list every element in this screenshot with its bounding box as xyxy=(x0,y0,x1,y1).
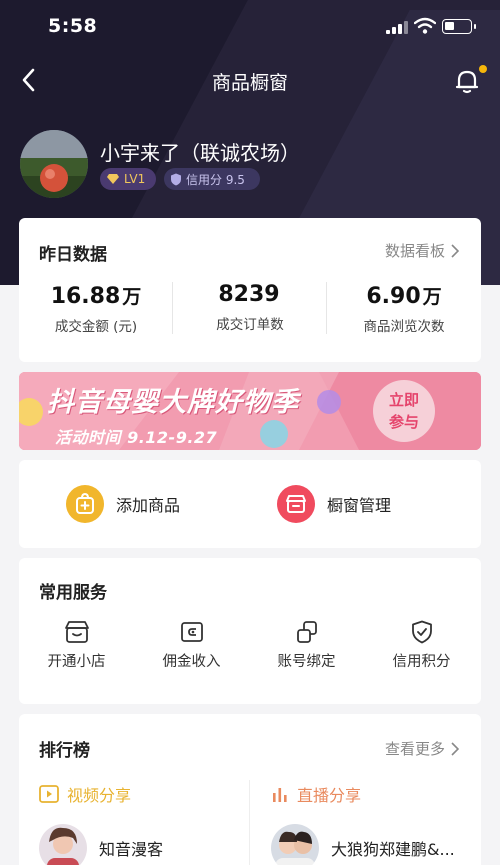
tab-video-share-label: 视频分享 xyxy=(67,786,132,805)
stat-views-unit: 万 xyxy=(422,286,442,308)
rank-item-live-name: 大狼狗郑建鹏&... xyxy=(331,840,455,859)
ranking-title: 排行榜 xyxy=(39,741,90,761)
see-more-label: 查看更多 xyxy=(384,740,445,758)
avatar xyxy=(271,824,319,865)
stat-amount-value: 16.88 xyxy=(50,284,121,309)
rank-item-live[interactable]: 大狼狗郑建鹏&... xyxy=(271,824,455,865)
avatar xyxy=(39,824,87,865)
level-text: LV1 xyxy=(124,172,146,186)
battery-icon xyxy=(442,19,476,34)
chevron-right-icon xyxy=(451,741,459,756)
stat-orders[interactable]: 8239 成交订单数 xyxy=(173,282,327,333)
profile-name: 小宇来了（联诚农场） xyxy=(100,141,300,165)
credit-badge[interactable]: 信用分 9.5 xyxy=(164,168,260,190)
tab-video-share[interactable]: 视频分享 xyxy=(39,782,131,806)
window-manage-icon xyxy=(277,485,315,523)
yesterday-data-title: 昨日数据 xyxy=(39,245,107,265)
tab-live-share[interactable]: 直播分享 xyxy=(271,782,361,806)
stat-orders-value: 8239 xyxy=(218,282,280,307)
notification-dot xyxy=(479,65,487,73)
diamond-icon xyxy=(107,174,119,184)
rank-item-video[interactable]: 知音漫客 xyxy=(39,824,163,865)
page-title: 商品橱窗 xyxy=(211,72,288,94)
add-product-button[interactable]: 添加商品 xyxy=(66,484,180,524)
link-icon xyxy=(296,621,317,643)
stat-amount-label: 成交金额 (元) xyxy=(54,319,138,335)
status-bar: 5:58 xyxy=(0,0,500,54)
yesterday-data-card: 昨日数据 数据看板 16.88 万 成交金额 (元) 8239 成交订单数 6.9… xyxy=(19,218,481,362)
shield-check-icon xyxy=(411,620,432,644)
actions-card: 添加商品 橱窗管理 xyxy=(19,460,481,548)
service-account-bind[interactable]: 账号绑定 xyxy=(249,620,364,671)
avatar[interactable] xyxy=(20,130,88,198)
join-button-label: 立即参与 xyxy=(388,391,419,431)
window-manage-label: 橱窗管理 xyxy=(327,496,392,515)
credit-text: 信用分 9.5 xyxy=(186,172,245,187)
banner-subtitle: 活动时间 9.12-9.27 xyxy=(55,428,218,447)
shop-icon xyxy=(64,621,89,643)
services-card: 常用服务 开通小店 佣金收入 账号绑定 信用积分 xyxy=(19,558,481,704)
nav-bar: 商品橱窗 xyxy=(0,58,500,102)
service-commission[interactable]: 佣金收入 xyxy=(134,620,249,671)
service-open-shop-label: 开通小店 xyxy=(47,654,106,670)
stat-orders-label: 成交订单数 xyxy=(216,317,284,333)
stat-views-value: 6.90 xyxy=(366,284,421,309)
stat-amount-unit: 万 xyxy=(122,286,142,308)
bell-icon[interactable] xyxy=(452,66,482,96)
add-product-label: 添加商品 xyxy=(116,496,181,515)
promo-banner[interactable]: 抖音母婴大牌好物季 活动时间 9.12-9.27 立即参与 xyxy=(19,372,481,450)
shield-icon xyxy=(171,173,181,185)
level-badge: LV1 xyxy=(100,168,156,190)
service-open-shop[interactable]: 开通小店 xyxy=(19,620,134,671)
join-button[interactable]: 立即参与 xyxy=(373,380,435,442)
tab-live-share-label: 直播分享 xyxy=(297,786,362,805)
wifi-icon xyxy=(414,17,436,34)
banner-title: 抖音母婴大牌好物季 xyxy=(47,387,299,418)
services-title: 常用服务 xyxy=(39,583,107,603)
chevron-right-icon xyxy=(451,243,459,258)
divider xyxy=(249,780,250,865)
add-product-icon xyxy=(66,485,104,523)
see-more-link[interactable]: 查看更多 xyxy=(385,738,459,759)
bar-chart-icon xyxy=(273,788,287,802)
data-dashboard-label: 数据看板 xyxy=(384,242,445,260)
play-icon xyxy=(39,785,59,803)
ranking-card: 排行榜 查看更多 视频分享 直播分享 知音漫客 大狼狗郑建鹏&... xyxy=(19,714,481,865)
rank-item-video-name: 知音漫客 xyxy=(99,840,164,859)
cellular-signal-icon xyxy=(386,21,408,34)
status-time: 5:58 xyxy=(48,15,98,37)
stat-amount[interactable]: 16.88 万 成交金额 (元) xyxy=(19,282,173,335)
stat-views-label: 商品浏览次数 xyxy=(363,319,445,335)
service-credit[interactable]: 信用积分 xyxy=(364,620,479,671)
wallet-icon xyxy=(180,622,203,642)
service-account-bind-label: 账号绑定 xyxy=(277,654,336,670)
service-commission-label: 佣金收入 xyxy=(162,654,221,670)
stat-views[interactable]: 6.90 万 商品浏览次数 xyxy=(327,282,481,335)
service-credit-label: 信用积分 xyxy=(392,654,451,670)
window-manage-button[interactable]: 橱窗管理 xyxy=(277,484,391,524)
data-dashboard-link[interactable]: 数据看板 xyxy=(385,240,459,261)
